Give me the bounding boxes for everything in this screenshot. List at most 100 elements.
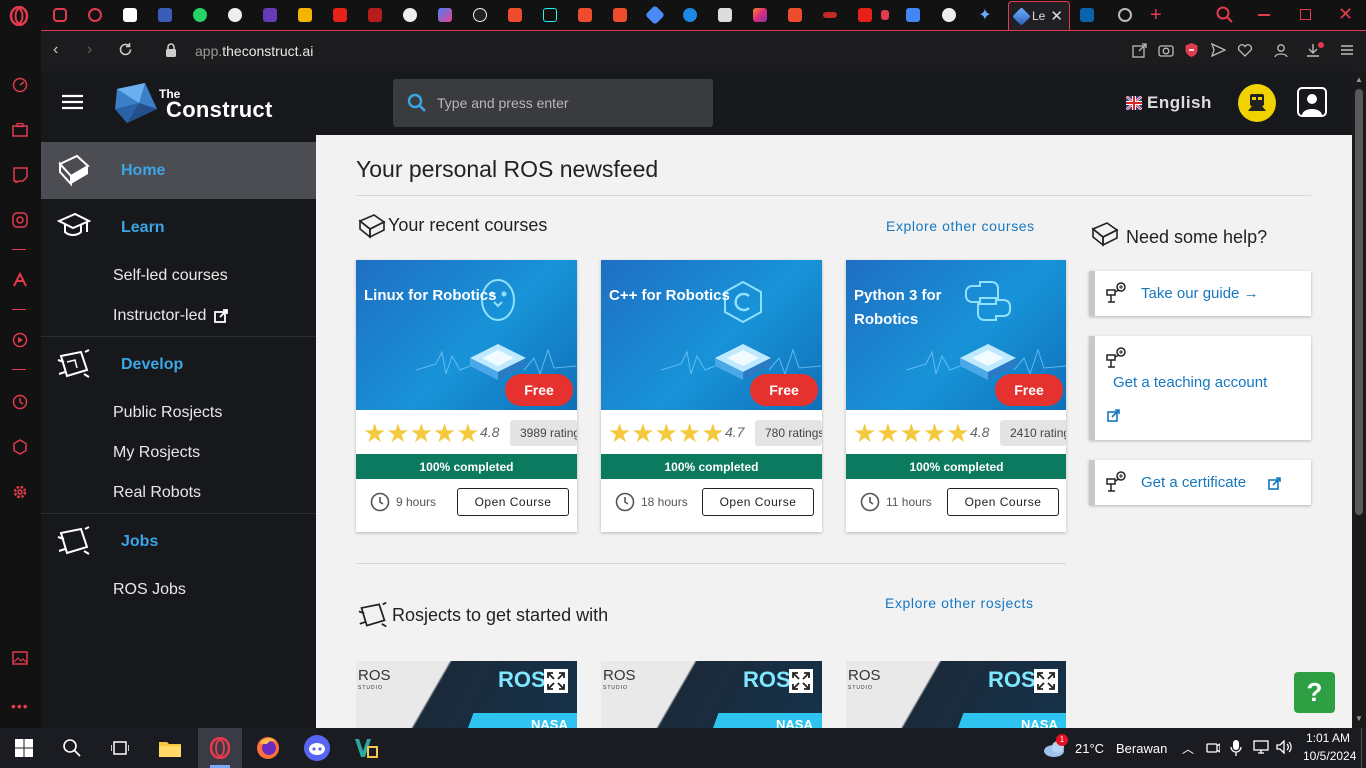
task-view-icon[interactable] bbox=[106, 734, 134, 762]
tab-favicon-docs[interactable] bbox=[902, 4, 924, 26]
tab-favicon-forms[interactable] bbox=[259, 4, 281, 26]
file-explorer-icon[interactable] bbox=[156, 734, 184, 762]
explore-courses-link[interactable]: Explore other courses bbox=[886, 218, 1035, 234]
rosject-card[interactable]: ROS STUDIO ROS NASA bbox=[356, 661, 577, 728]
achievement-badge-icon[interactable] bbox=[1238, 84, 1276, 122]
scroll-thumb[interactable] bbox=[1355, 89, 1363, 515]
external-link-icon[interactable] bbox=[1107, 409, 1120, 422]
open-course-button[interactable]: Open Course bbox=[457, 488, 569, 516]
tab-favicon-opera[interactable] bbox=[84, 4, 106, 26]
windows-start-icon[interactable] bbox=[10, 734, 38, 762]
take-guide-link[interactable]: Take our guide → bbox=[1141, 285, 1259, 302]
heart-icon[interactable] bbox=[1237, 43, 1253, 57]
page-scrollbar[interactable]: ▲ ▼ bbox=[1352, 71, 1366, 728]
tab-favicon-app[interactable] bbox=[434, 4, 456, 26]
nav-ros-jobs[interactable]: ROS Jobs bbox=[113, 581, 186, 599]
search-box[interactable] bbox=[393, 79, 713, 127]
open-course-button[interactable]: Open Course bbox=[947, 488, 1059, 516]
tab-active[interactable]: Le ✕ bbox=[1008, 1, 1070, 30]
construct-logo[interactable]: The Construct bbox=[111, 79, 272, 127]
restore-icon[interactable] bbox=[1300, 9, 1311, 20]
instagram-side-icon[interactable] bbox=[10, 210, 30, 230]
opera-logo-icon[interactable] bbox=[8, 6, 30, 26]
tab-favicon-youtube-2[interactable] bbox=[854, 4, 876, 26]
clock-time[interactable]: 1:01 AM bbox=[1306, 731, 1350, 745]
hamburger-menu-icon[interactable] bbox=[62, 94, 83, 110]
menu-icon[interactable] bbox=[1340, 43, 1354, 57]
tab-favicon-github-2[interactable] bbox=[938, 4, 960, 26]
extensions-icon[interactable] bbox=[10, 437, 30, 457]
nav-item-home[interactable]: Home bbox=[41, 142, 316, 199]
new-tab-plus-icon[interactable]: + bbox=[1150, 4, 1162, 27]
tab-close-icon[interactable]: ✕ bbox=[1050, 7, 1063, 25]
settings-gear-icon[interactable] bbox=[10, 482, 30, 502]
certificate-link[interactable]: Get a certificate bbox=[1141, 474, 1246, 491]
tab-favicon-slides[interactable] bbox=[294, 4, 316, 26]
volume-icon[interactable] bbox=[1276, 740, 1292, 754]
tab-search-icon[interactable] bbox=[1216, 6, 1234, 24]
tab-favicon-red[interactable] bbox=[819, 4, 841, 26]
show-desktop-button[interactable] bbox=[1361, 728, 1362, 768]
nav-item-learn[interactable]: Learn bbox=[41, 199, 316, 256]
course-card[interactable]: Python 3 for Robotics Free ★★★★★ 4.8 241… bbox=[846, 260, 1066, 532]
tab-favicon-shopee-3[interactable] bbox=[609, 4, 631, 26]
expand-icon[interactable] bbox=[544, 669, 568, 693]
url-text[interactable]: app.theconstruct.ai bbox=[195, 43, 313, 59]
search-input[interactable] bbox=[437, 95, 687, 111]
history-icon[interactable] bbox=[10, 392, 30, 412]
tab-favicon-c[interactable] bbox=[119, 4, 141, 26]
meet-now-icon[interactable] bbox=[1206, 740, 1220, 756]
taskbar-search-icon[interactable] bbox=[58, 734, 86, 762]
share-icon[interactable] bbox=[1132, 43, 1147, 58]
tab-favicon-gamepad[interactable] bbox=[49, 4, 71, 26]
tab-favicon-s[interactable] bbox=[679, 4, 701, 26]
rosject-card[interactable]: ROS STUDIO ROS NASA bbox=[601, 661, 822, 728]
app-v-icon[interactable] bbox=[352, 734, 380, 762]
minimize-icon[interactable] bbox=[1258, 14, 1270, 16]
account-icon[interactable] bbox=[1274, 43, 1288, 58]
user-avatar-icon[interactable] bbox=[1297, 87, 1327, 117]
back-icon[interactable]: ‹ bbox=[53, 41, 58, 59]
course-card[interactable]: C++ for Robotics Free ★★★★★ 4.7 780 rati… bbox=[601, 260, 822, 532]
discord-icon[interactable] bbox=[303, 734, 331, 762]
open-course-button[interactable]: Open Course bbox=[702, 488, 814, 516]
scroll-up-icon[interactable]: ▲ bbox=[1355, 75, 1363, 84]
external-link-icon[interactable] bbox=[1268, 477, 1281, 490]
tab-favicon-github[interactable] bbox=[224, 4, 246, 26]
weather-cloud-icon[interactable]: 1 bbox=[1042, 734, 1070, 758]
nav-real-robots[interactable]: Real Robots bbox=[113, 484, 201, 502]
player-icon[interactable] bbox=[10, 330, 30, 350]
firefox-icon[interactable] bbox=[254, 734, 282, 762]
tab-favicon-instagram[interactable] bbox=[749, 4, 771, 26]
gallery-icon[interactable] bbox=[10, 648, 30, 668]
tab-favicon-shopee-4[interactable] bbox=[784, 4, 806, 26]
reload-icon[interactable] bbox=[118, 42, 133, 57]
tab-favicon-lm[interactable] bbox=[364, 4, 386, 26]
expand-icon[interactable] bbox=[1034, 669, 1058, 693]
explore-rosjects-link[interactable]: Explore other rosjects bbox=[885, 595, 1034, 611]
aria-icon[interactable] bbox=[10, 270, 30, 290]
course-card[interactable]: Linux for Robotics Free ★★★★★ 4.8 3989 r… bbox=[356, 260, 577, 532]
tab-favicon-shopee-2[interactable] bbox=[574, 4, 596, 26]
tab-favicon-shopee[interactable] bbox=[504, 4, 526, 26]
tab-favicon-doc[interactable] bbox=[714, 4, 736, 26]
microphone-icon[interactable] bbox=[1230, 739, 1242, 757]
tab-audio-icon[interactable] bbox=[874, 4, 896, 26]
lock-icon[interactable] bbox=[165, 43, 177, 58]
tab-favicon-whatsapp[interactable] bbox=[189, 4, 211, 26]
help-guide-card[interactable]: Take our guide → bbox=[1089, 271, 1311, 316]
nav-item-jobs[interactable]: Jobs bbox=[41, 513, 316, 570]
download-icon[interactable] bbox=[1306, 42, 1324, 59]
tab-favicon-youtube[interactable] bbox=[329, 4, 351, 26]
help-certificate-card[interactable]: Get a certificate bbox=[1089, 460, 1311, 505]
forward-icon[interactable]: › bbox=[87, 41, 92, 59]
briefcase-icon[interactable] bbox=[10, 120, 30, 140]
tray-chevron-up-icon[interactable]: ︿ bbox=[1182, 740, 1194, 757]
speed-dial-icon[interactable] bbox=[10, 75, 30, 95]
language-selector[interactable]: English bbox=[1126, 93, 1212, 113]
tab-favicon-tiktok-2[interactable] bbox=[539, 4, 561, 26]
nav-public-rosjects[interactable]: Public Rosjects bbox=[113, 404, 222, 422]
tab-favicon-gemini[interactable]: ✦ bbox=[974, 4, 996, 26]
help-teaching-card[interactable]: Get a teaching account bbox=[1089, 336, 1311, 440]
nav-self-led-courses[interactable]: Self-led courses bbox=[113, 267, 228, 285]
